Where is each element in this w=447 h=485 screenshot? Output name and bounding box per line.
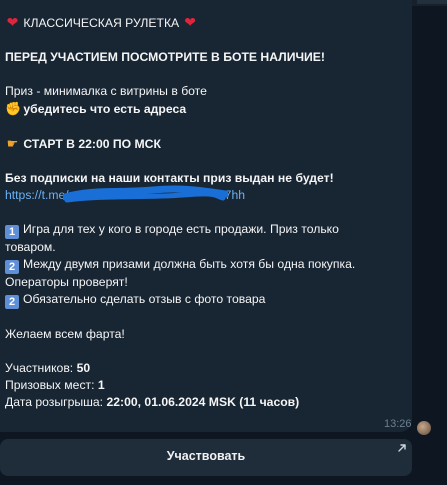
notice-text: ПЕРЕД УЧАСТИЕМ ПОСМОТРИТЕ В БОТЕ НАЛИЧИЕ… [5,50,325,64]
wish-text: Желаем всем фарта! [5,327,125,341]
rule-2-continuation: Операторы проверят! [5,275,128,289]
link-line: https://t.me/7hh [5,185,405,204]
participate-button[interactable]: Участвовать [0,439,412,476]
start-line: ☛ СТАРТ В 22:00 ПО МСК [5,135,405,153]
draw-date: 22:00, 01.06.2024 MSK (11 часов) [106,395,300,409]
flexed-biceps-icon: ✊ [5,101,22,116]
rule-3: 2 Обязательно сделать отзыв с фото товара [5,291,405,309]
prizes-count: 1 [97,378,105,392]
title-line: ❤ КЛАССИЧЕСКАЯ РУЛЕТКА ❤ [5,14,405,32]
message-text: ❤ КЛАССИЧЕСКАЯ РУЛЕТКА ❤ ПЕРЕД УЧАСТИЕМ … [5,14,405,411]
link-start[interactable]: https://t.me/ [5,188,69,202]
rule-1-continuation: товаром. [5,240,56,254]
start-text: СТАРТ В 22:00 ПО МСК [23,137,161,151]
prize-text: Приз - минималка с витрины в боте [5,84,207,98]
red-heart-icon: ❤ [184,14,196,30]
message-time: 13:26 [384,418,412,430]
keycap-two-icon: 2 [5,260,19,274]
pointing-hand-icon: ☛ [6,136,19,151]
external-arrow-icon [398,444,406,452]
prizes-line: Призовых мест: 1 [5,378,105,392]
previous-message-corner [417,0,447,4]
avatar[interactable] [417,421,431,435]
participants-line: Участников: 50 [5,361,91,375]
address-text: убедитесь что есть адреса [23,102,187,116]
redaction-scribble [63,185,228,203]
contacts-link[interactable]: https://t.me/7hh [5,185,245,204]
participate-button-label: Участвовать [166,449,246,463]
rule-2: 2 Между двумя призами должна быть хотя бы… [5,256,405,274]
message-title: КЛАССИЧЕСКАЯ РУЛЕТКА [23,16,180,30]
address-line: ✊ убедитесь что есть адреса [5,100,405,118]
message-bubble: ❤ КЛАССИЧЕСКАЯ РУЛЕТКА ❤ ПЕРЕД УЧАСТИЕМ … [0,0,412,432]
keycap-two-icon: 2 [5,295,19,309]
chat-view: ❤ КЛАССИЧЕСКАЯ РУЛЕТКА ❤ ПЕРЕД УЧАСТИЕМ … [0,0,447,485]
rule-1: 1 Игра для тех у кого в городе есть прода… [5,221,405,239]
participants-count: 50 [76,361,91,375]
red-heart-icon: ❤ [6,14,19,30]
keycap-one-icon: 1 [5,225,19,239]
date-line: Дата розыгрыша: 22:00, 01.06.2024 MSK (1… [5,395,300,409]
